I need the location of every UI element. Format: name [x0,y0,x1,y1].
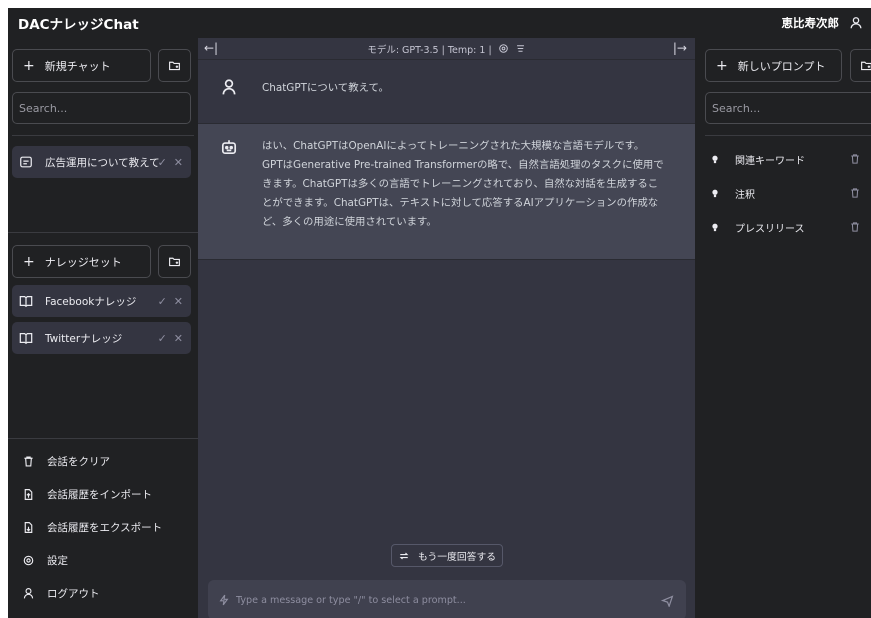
new-prompt-label: 新しいプロンプト [737,59,826,73]
new-prompt-folder-button[interactable] [850,49,871,82]
plus-icon: + [23,57,35,74]
user-avatar-icon [222,79,236,95]
close-icon[interactable]: ✕ [174,156,183,169]
conversation-item[interactable]: 広告運用について教えて ✓ ✕ [12,146,191,178]
clear-format-icon[interactable] [515,43,526,54]
check-icon[interactable]: ✓ [158,295,167,308]
knowledge-set-label: ナレッジセット [44,255,122,269]
trash-icon [24,455,33,467]
collapse-left-icon[interactable]: ←| [204,41,218,55]
regenerate-button[interactable]: もう一度回答する [391,544,503,567]
plus-icon: + [716,57,728,74]
trash-icon[interactable] [849,221,861,233]
folder-plus-icon [169,61,180,71]
gear-icon [23,555,34,565]
knowledge-item[interactable]: Twitterナレッジ ✓ ✕ [12,322,191,354]
message-input[interactable] [236,594,661,606]
logout-button[interactable]: ログアウト [22,583,100,603]
app-title: DACナレッジChat [18,17,139,33]
new-knowledge-folder-button[interactable] [158,245,191,278]
user-name: 恵比寿次郎 [781,16,840,30]
check-icon[interactable]: ✓ [158,332,167,345]
new-chat-button[interactable]: + 新規チャット [12,49,151,82]
export-history-button[interactable]: 会話履歴をエクスポート [22,517,162,537]
prompt-item[interactable]: プレスリリース [709,219,869,235]
refresh-icon [399,552,409,559]
divider [8,232,198,233]
model-info: モデル: GPT-3.5 | Temp: 1 | [367,44,492,56]
user-icon [850,17,862,29]
prompt-item[interactable]: 注釈 [709,185,869,201]
right-sidebar: + 新しいプロンプト 関連キーワード 注釈 [695,38,871,618]
chat-header: ←| モデル: GPT-3.5 | Temp: 1 | |→ [198,38,695,60]
assistant-message: はい、ChatGPTはOpenAIによってトレーニングされた大規模な言語モデルで… [198,124,695,260]
chat-search-input[interactable] [12,92,191,124]
collapse-right-icon[interactable]: |→ [673,41,687,55]
user-menu[interactable]: 恵比寿次郎 [782,8,864,38]
trash-icon[interactable] [849,153,861,165]
file-export-icon [24,521,33,533]
file-import-icon [24,488,33,500]
send-icon[interactable] [661,594,674,607]
folder-plus-icon [169,257,180,267]
lightbulb-icon [712,223,718,232]
lightning-icon[interactable] [218,594,230,606]
divider [705,135,871,136]
book-icon [19,296,33,307]
knowledge-label: Facebookナレッジ [45,295,137,308]
new-chat-label: 新規チャット [44,59,111,73]
top-bar: DACナレッジChat 恵比寿次郎 [8,8,871,38]
prompt-item[interactable]: 関連キーワード [709,151,869,167]
new-prompt-button[interactable]: + 新しいプロンプト [705,49,842,82]
close-icon[interactable]: ✕ [174,332,183,345]
robot-icon [221,140,237,155]
message-composer [208,580,686,618]
user-message-text: ChatGPTについて教えて。 [262,82,389,94]
left-sidebar: + 新規チャット 広告運用について教えて ✓ ✕ + ナレッジセット [8,38,198,618]
close-icon[interactable]: ✕ [174,295,183,308]
check-icon[interactable]: ✓ [158,156,167,169]
app-window: DACナレッジChat 恵比寿次郎 + 新規チャット 広告運用について教えて [8,8,871,618]
gear-icon[interactable] [498,43,509,54]
divider [8,438,198,439]
clear-conversations-button[interactable]: 会話をクリア [22,451,110,471]
import-history-button[interactable]: 会話履歴をインポート [22,484,152,504]
plus-icon: + [23,253,35,270]
knowledge-label: Twitterナレッジ [45,332,123,345]
knowledge-item[interactable]: Facebookナレッジ ✓ ✕ [12,285,191,317]
lightbulb-icon [712,155,718,164]
conversation-label: 広告運用について教えて [45,156,160,169]
lightbulb-icon [712,189,718,198]
chat-bubble-icon [20,156,32,168]
folder-plus-icon [861,61,871,71]
book-icon [19,333,33,344]
user-message: ChatGPTについて教えて。 [198,60,695,124]
user-icon [23,587,34,598]
chat-panel: ←| モデル: GPT-3.5 | Temp: 1 | |→ ChatGPTにつ… [198,38,695,618]
settings-button[interactable]: 設定 [22,550,68,570]
prompt-search-input[interactable] [705,92,871,124]
divider [12,135,194,136]
assistant-message-text: はい、ChatGPTはOpenAIによってトレーニングされた大規模な言語モデルで… [262,140,664,228]
knowledge-set-button[interactable]: + ナレッジセット [12,245,151,278]
new-folder-button[interactable] [158,49,191,82]
trash-icon[interactable] [849,187,861,199]
